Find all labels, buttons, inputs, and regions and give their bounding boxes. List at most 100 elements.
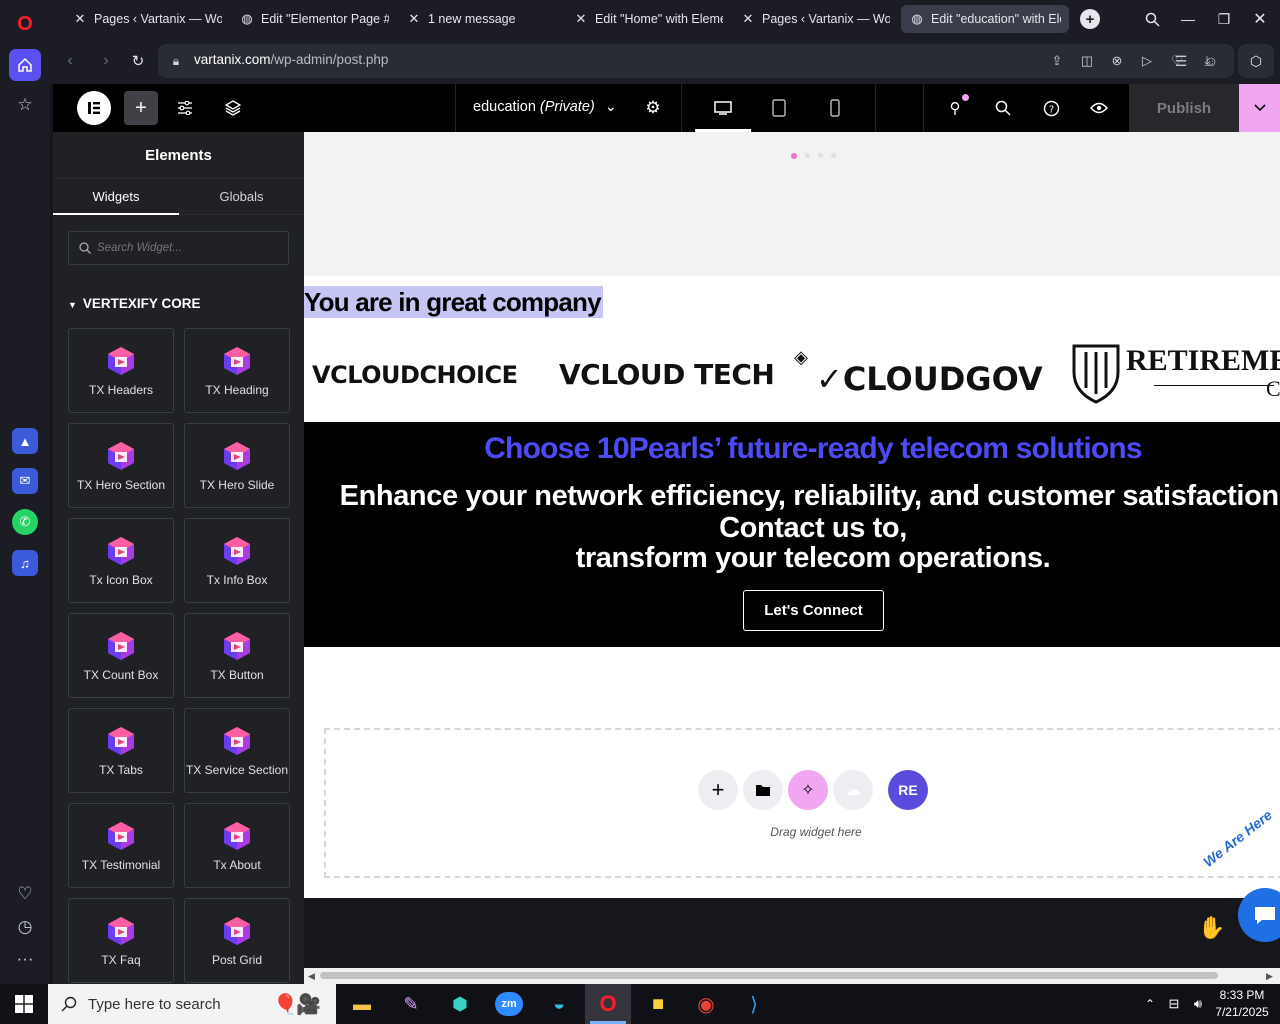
cta-section[interactable]: Choose 10Pearls’ future-ready telecom so… [304, 422, 1280, 647]
desktop-view-icon[interactable] [709, 96, 737, 120]
publish-button[interactable]: Publish [1129, 84, 1239, 132]
widget-tx-faq[interactable]: TX Faq [68, 898, 174, 983]
close-window-icon[interactable]: ✕ [1250, 9, 1270, 29]
search-tabs-icon[interactable] [1142, 9, 1162, 29]
widget-tx-button[interactable]: TX Button [184, 613, 290, 698]
tab-pages-2[interactable]: ✕Pages ‹ Vartanix — WordPress [732, 5, 898, 33]
widget-post-grid[interactable]: Post Grid [184, 898, 290, 983]
minimize-icon[interactable]: — [1178, 9, 1198, 29]
cloud-templates-icon[interactable]: ☁ [833, 770, 873, 810]
widget-tx-hero-section[interactable]: TX Hero Section [68, 423, 174, 508]
add-element-icon[interactable]: + [124, 91, 158, 125]
tab-edit-education[interactable]: ◍Edit "education" with Elementor [901, 5, 1069, 33]
chrome-browser-icon[interactable]: ◉ [690, 990, 722, 1018]
help-icon[interactable]: ? [1039, 96, 1063, 120]
reload-icon[interactable]: ↻ [128, 51, 148, 71]
mobile-view-icon[interactable] [821, 96, 849, 120]
system-clock[interactable]: 8:33 PM 7/21/2025 [1214, 987, 1270, 1021]
horizontal-scrollbar[interactable]: ◀ ▶ [304, 968, 1280, 984]
forward-icon[interactable]: › [96, 51, 116, 71]
widget-tx-hero-slide[interactable]: TX Hero Slide [184, 423, 290, 508]
share-icon[interactable]: ⇪ [1048, 52, 1066, 70]
opera-taskbar-icon[interactable]: O [585, 984, 631, 1024]
company-heading[interactable]: You are in great company [304, 286, 603, 318]
page-title-dropdown[interactable]: education (Private) ⌄ [473, 99, 617, 115]
restore-icon[interactable]: ❐ [1214, 9, 1234, 29]
tab-globals[interactable]: Globals [179, 179, 304, 215]
star-icon[interactable]: ☆ [9, 89, 41, 121]
windows-start-icon[interactable] [0, 984, 48, 1024]
file-explorer-icon[interactable]: ▬ [346, 990, 378, 1018]
layers-icon[interactable] [221, 96, 245, 120]
widget-tx-testimonial[interactable]: TX Testimonial [68, 803, 174, 888]
tab-pages-1[interactable]: ✕Pages ‹ Vartanix — WordPress [64, 5, 230, 33]
messenger-icon[interactable]: ✉ [12, 468, 38, 494]
opera-logo-icon[interactable]: O [9, 8, 41, 40]
widget-tx-count-box[interactable]: TX Count Box [68, 613, 174, 698]
page-settings-gear-icon[interactable]: ⚙ [641, 96, 665, 120]
tab-message[interactable]: ✕ 1 new message [398, 5, 564, 33]
widget-tx-about[interactable]: Tx About [184, 803, 290, 888]
publish-options-chevron-icon[interactable] [1239, 84, 1280, 132]
profile-icon[interactable]: ☺ [1202, 51, 1220, 71]
aria-icon[interactable]: ▲ [12, 428, 38, 454]
preview-eye-icon[interactable] [1087, 96, 1111, 120]
paint-app-icon[interactable]: ✎ [395, 990, 427, 1018]
search-input[interactable] [97, 237, 277, 259]
carousel-dot[interactable] [805, 153, 810, 158]
network-icon[interactable]: ⊟ [1164, 994, 1184, 1014]
tab-widgets[interactable]: Widgets [53, 179, 179, 215]
scroll-left-icon[interactable]: ◀ [308, 971, 315, 982]
widget-drop-area[interactable]: + ✧ ☁ RE Drag widget here [324, 728, 1280, 878]
show-hidden-icons-chevron-icon[interactable]: ⌃ [1140, 994, 1160, 1014]
scrollbar-thumb[interactable] [320, 972, 1218, 979]
edge-browser-icon[interactable]: ◒ [543, 990, 575, 1018]
carousel-dot-active[interactable] [791, 153, 797, 159]
url-box[interactable]: 🔒︎ vartanix.com/wp-admin/post.php ⇪ ◫ ⊗ … [158, 44, 1234, 78]
cta-title[interactable]: Choose 10Pearls’ future-ready telecom so… [304, 432, 1280, 466]
carousel-dot[interactable] [818, 153, 823, 158]
music-icon[interactable]: ♫ [12, 550, 38, 576]
scroll-right-icon[interactable]: ▶ [1266, 971, 1273, 982]
send-icon[interactable]: ▷ [1138, 52, 1156, 70]
carousel-dot[interactable] [831, 153, 836, 158]
add-section-plus-icon[interactable]: + [698, 770, 738, 810]
more-icon[interactable]: ··· [9, 943, 41, 975]
finder-search-icon[interactable] [991, 96, 1015, 120]
new-tab-icon[interactable]: + [1080, 9, 1100, 29]
widget-tx-service-section[interactable]: TX Service Section [184, 708, 290, 793]
back-icon[interactable]: ‹ [60, 51, 80, 71]
carousel-section[interactable] [304, 132, 1280, 276]
zoom-app-icon[interactable]: zm [495, 992, 523, 1016]
tab-elementor-page[interactable]: ◍Edit "Elementor Page #10" [231, 5, 397, 33]
template-library-folder-icon[interactable] [743, 770, 783, 810]
cta-line-1[interactable]: Enhance your network efficiency, reliabi… [304, 480, 1280, 513]
widget-tx-icon-box[interactable]: Tx Icon Box [68, 518, 174, 603]
tab-edit-home[interactable]: ✕Edit "Home" with Elementor [565, 5, 731, 33]
cta-line-2[interactable]: Contact us to, [304, 512, 1280, 545]
extensions-icon[interactable]: ⬡ [1238, 44, 1274, 78]
camera-icon[interactable]: ◫ [1078, 52, 1096, 70]
teal-app-icon[interactable]: ⬢ [444, 990, 476, 1018]
vscode-icon[interactable]: ⟩ [738, 990, 770, 1018]
taskbar-search-box[interactable]: Type here to search 🎈🎥 [48, 984, 336, 1024]
lets-connect-button[interactable]: Let's Connect [743, 590, 884, 631]
cta-line-3[interactable]: transform your telecom operations. [304, 542, 1280, 575]
site-settings-sliders-icon[interactable] [173, 96, 197, 120]
home-icon[interactable] [9, 49, 41, 81]
category-header[interactable]: ▼ VERTEXIFY CORE [68, 296, 200, 311]
elementor-logo-icon[interactable] [77, 91, 111, 125]
heart-icon[interactable]: ♡ [9, 878, 41, 910]
adblock-icon[interactable]: ⊗ [1108, 52, 1126, 70]
widget-tx-info-box[interactable]: Tx Info Box [184, 518, 290, 603]
widget-search-field[interactable] [68, 231, 289, 265]
widget-tx-headers[interactable]: TX Headers [68, 328, 174, 413]
easy-setup-icon[interactable]: ☰ [1172, 51, 1190, 71]
whatsapp-icon[interactable]: ✆ [12, 509, 38, 535]
history-icon[interactable]: ◷ [9, 911, 41, 943]
volume-icon[interactable]: 🔊︎ [1188, 994, 1208, 1014]
ai-sparkle-icon[interactable]: ✧ [788, 770, 828, 810]
widget-tx-tabs[interactable]: TX Tabs [68, 708, 174, 793]
tablet-view-icon[interactable] [765, 96, 793, 120]
sticky-notes-icon[interactable]: ■ [642, 990, 674, 1018]
